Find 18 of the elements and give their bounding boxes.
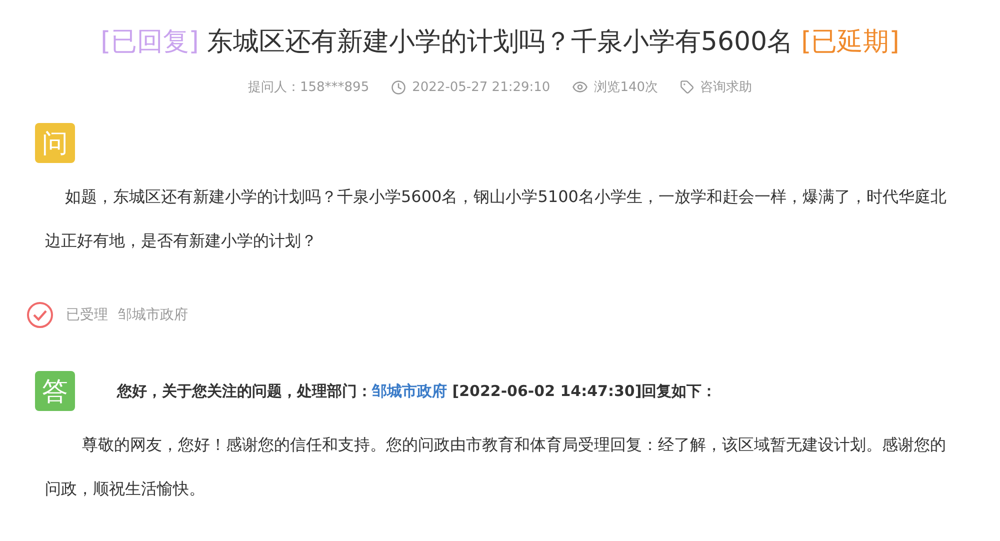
question-text: 如题，东城区还有新建小学的计划吗？千泉小学5600名，钢山小学5100名小学生，一放学和赶会一样，爆满了，时代华庭北边正好有地，是否有新建小学的计划？ — [45, 186, 948, 252]
eye-icon — [572, 79, 588, 95]
answer-header: 您好，关于您关注的问题，处理部门：邹城市政府 [2022-06-02 14:47:30]回复如下： — [117, 382, 717, 400]
meta-text: 浏览140次 — [594, 79, 658, 96]
clock-icon — [391, 80, 406, 94]
question-badge: 问 — [35, 123, 75, 163]
status-label: 已受理 — [66, 306, 108, 324]
answer-badge: 答 — [35, 371, 75, 411]
meta-text: 2022-05-27 21:29:10 — [412, 80, 550, 94]
question-title: 东城区还有新建小学的计划吗？千泉小学有5600名 — [206, 26, 794, 59]
answer-text: 尊敬的网友，您好！感谢您的信任和支持。您的问政由市教育和体育局受理回复：经了解，该区域暂无建设计划。感谢您的问政，顺祝生活愉快。 — [45, 434, 947, 500]
meta-text: 咨询求助 — [700, 79, 752, 96]
status-tag: [已回复] — [100, 24, 199, 60]
status-tag: [已延期] — [801, 24, 900, 60]
tag-icon — [680, 80, 694, 94]
meta-text: 提问人：158***895 — [248, 79, 370, 96]
department-link[interactable]: 邹城市政府 — [372, 382, 447, 400]
department-name: 邹城市政府 — [118, 306, 188, 324]
